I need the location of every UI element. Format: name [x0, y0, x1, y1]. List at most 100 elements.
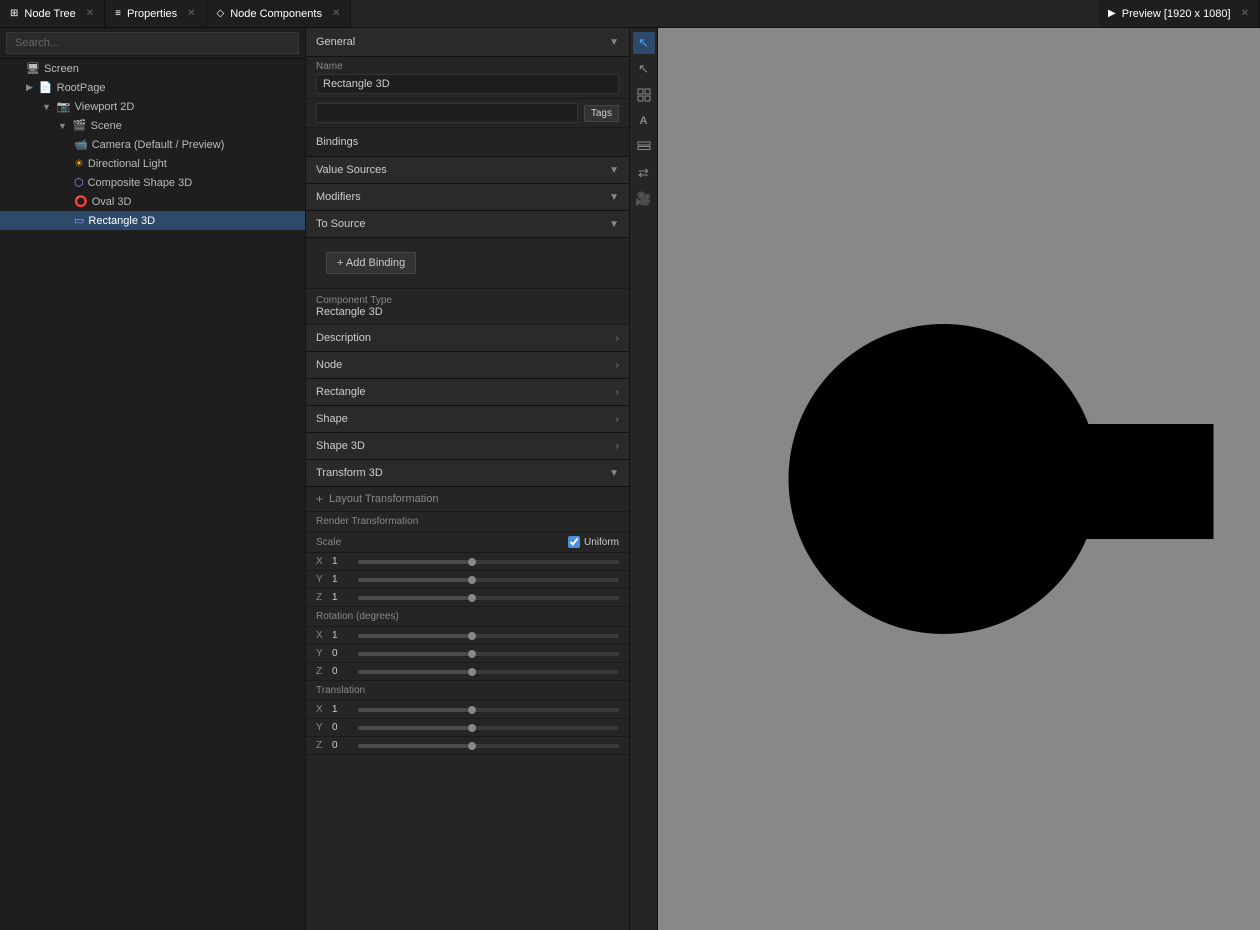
rot-x-slider[interactable] [358, 634, 619, 638]
layout-trans-plus[interactable]: + [316, 492, 323, 506]
tab-properties[interactable]: ≡ Properties ✕ [105, 0, 206, 27]
tree-item-camera[interactable]: 📹 Camera (Default / Preview) [0, 135, 305, 154]
bindings-label: Bindings [316, 136, 358, 148]
rot-z-slider[interactable] [358, 670, 619, 674]
component-type-label: Component Type [316, 295, 619, 306]
tab-preview[interactable]: ▶ Preview [1920 x 1080] ✕ [1098, 0, 1260, 27]
viewport2d-icon: 📷 [57, 100, 71, 113]
tree-item-viewport2d[interactable]: ▼ 📷 Viewport 2D [0, 97, 305, 116]
modifiers-section[interactable]: Modifiers ▼ [306, 184, 629, 211]
value-sources-section[interactable]: Value Sources ▼ [306, 157, 629, 184]
add-binding-area: + Add Binding [306, 238, 629, 289]
select-tool[interactable]: ↖ [633, 58, 655, 80]
tree-item-scene[interactable]: ▼ 🎬 Scene [0, 116, 305, 135]
oval3d-icon: ⭕ [74, 195, 88, 208]
rot-x-axis: X [316, 630, 326, 641]
tree-item-camera-label: Camera (Default / Preview) [92, 139, 225, 151]
trans-y-axis: Y [316, 722, 326, 733]
tree-item-dirlight[interactable]: ☀ Directional Light [0, 154, 305, 173]
node-tree-tab-label: Node Tree [24, 8, 75, 20]
search-input[interactable] [6, 32, 299, 54]
transform3d-content: + Layout Transformation Render Transform… [306, 487, 629, 755]
tree-item-rect3d[interactable]: ▭ Rectangle 3D [0, 211, 305, 230]
node-tree-tab-close[interactable]: ✕ [86, 8, 94, 19]
tree-item-rect3d-label: Rectangle 3D [88, 215, 155, 227]
transform3d-chevron: ▼ [609, 468, 619, 479]
general-section-header[interactable]: General ▼ [306, 28, 629, 57]
preview-canvas [658, 28, 1260, 930]
right-panel: ↖ ↖ A ⇄ 🎥 [630, 28, 1260, 930]
uniform-checkbox[interactable] [568, 536, 580, 548]
scale-y-value: 1 [332, 574, 352, 585]
preview-tab-close[interactable]: ✕ [1241, 8, 1249, 19]
render-transformation-label: Render Transformation [306, 512, 629, 532]
to-source-section[interactable]: To Source ▼ [306, 211, 629, 238]
uniform-row: Uniform [568, 536, 619, 548]
tree-item-composite-label: Composite Shape 3D [88, 177, 193, 189]
name-prop-row: Name [306, 57, 629, 99]
shape-section[interactable]: Shape › [306, 406, 629, 433]
scale-x-value: 1 [332, 556, 352, 567]
rot-z-value: 0 [332, 666, 352, 677]
tree-item-composite[interactable]: ⬡ Composite Shape 3D [0, 173, 305, 192]
camera-icon: 📹 [74, 138, 88, 151]
composite-icon: ⬡ [74, 176, 84, 189]
viewport2d-arrow: ▼ [42, 102, 51, 112]
trans-z-slider[interactable] [358, 744, 619, 748]
scale-z-slider[interactable] [358, 596, 619, 600]
name-label: Name [316, 61, 619, 72]
name-input[interactable] [316, 74, 619, 94]
scale-y-slider[interactable] [358, 578, 619, 582]
dirlight-icon: ☀ [74, 157, 84, 170]
rot-y-value: 0 [332, 648, 352, 659]
tab-node-tree[interactable]: ⊞ Node Tree ✕ [0, 0, 105, 27]
tree-item-rootpage[interactable]: ▶ 📄 RootPage [0, 78, 305, 97]
properties-tab-close[interactable]: ✕ [187, 8, 195, 19]
node-chevron: › [616, 360, 619, 371]
trans-z-axis: Z [316, 740, 326, 751]
description-label: Description [316, 332, 371, 344]
rectangle-section[interactable]: Rectangle › [306, 379, 629, 406]
shape3d-chevron: › [616, 441, 619, 452]
share-tool[interactable]: ⇄ [633, 162, 655, 184]
camera-tool[interactable]: 🎥 [633, 188, 655, 210]
screen-icon: 🖥 [26, 62, 40, 75]
node-components-tab-close[interactable]: ✕ [332, 8, 340, 19]
node-section[interactable]: Node › [306, 352, 629, 379]
tab-node-components[interactable]: ◇ Node Components ✕ [207, 0, 352, 27]
transform3d-section[interactable]: Transform 3D ▼ [306, 460, 629, 487]
uniform-label: Uniform [584, 537, 619, 548]
layers-tool[interactable] [633, 136, 655, 158]
tree-item-oval3d-label: Oval 3D [92, 196, 132, 208]
value-sources-chevron: ▼ [609, 165, 619, 176]
shape3d-section[interactable]: Shape 3D › [306, 433, 629, 460]
tags-input[interactable] [316, 103, 578, 123]
trans-y-slider[interactable] [358, 726, 619, 730]
rect3d-icon: ▭ [74, 214, 84, 227]
rot-x-row: X 1 [306, 627, 629, 645]
tags-button[interactable]: Tags [584, 105, 619, 122]
rotation-label: Rotation (degrees) [306, 607, 629, 627]
scale-header: Scale Uniform [306, 532, 629, 553]
description-section[interactable]: Description › [306, 325, 629, 352]
trans-x-slider[interactable] [358, 708, 619, 712]
trans-y-value: 0 [332, 722, 352, 733]
tree-item-oval3d[interactable]: ⭕ Oval 3D [0, 192, 305, 211]
scale-x-slider[interactable] [358, 560, 619, 564]
rot-y-slider[interactable] [358, 652, 619, 656]
general-chevron: ▼ [609, 37, 619, 48]
grid-tool[interactable] [633, 84, 655, 106]
tree-item-screen[interactable]: 🖥 Screen [0, 59, 305, 78]
rootpage-icon: 📄 [39, 81, 53, 94]
scale-z-axis: Z [316, 592, 326, 603]
rot-x-value: 1 [332, 630, 352, 641]
layout-transformation-label[interactable]: Layout Transformation [329, 493, 438, 505]
cursor-tool[interactable]: ↖ [633, 32, 655, 54]
value-sources-label: Value Sources [316, 164, 387, 176]
add-binding-button[interactable]: + Add Binding [326, 252, 416, 274]
rectangle-chevron: › [616, 387, 619, 398]
bindings-section-header[interactable]: Bindings [306, 128, 629, 157]
text-tool[interactable]: A [633, 110, 655, 132]
trans-y-row: Y 0 [306, 719, 629, 737]
rootpage-arrow: ▶ [26, 82, 33, 93]
